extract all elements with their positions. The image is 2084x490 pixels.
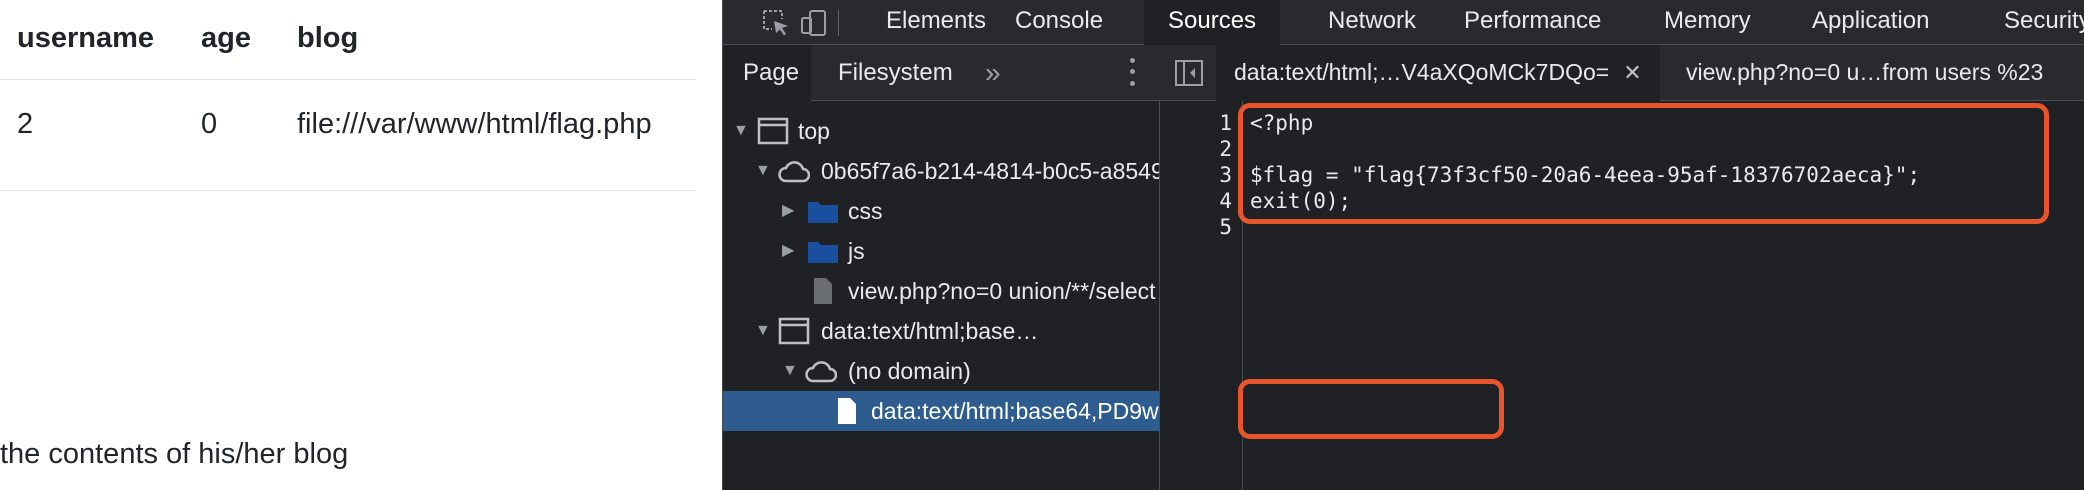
line-number-gutter: 1 2 3 4 5 [1160,101,1243,490]
table-row: 2 0 file:///var/www/html/flag.php [0,80,696,191]
expand-triangle-icon[interactable]: ▶ [782,191,794,231]
tree-label: js [848,238,865,264]
header-age: age [201,22,251,54]
expand-triangle-icon[interactable]: ▼ [755,151,771,191]
toolbar-separator [838,10,839,36]
cell-blog: file:///var/www/html/flag.php [297,108,652,140]
line-number: 5 [1219,215,1232,239]
tab-page[interactable]: Page [723,45,811,101]
tab-security[interactable]: Security [1980,0,2084,45]
editor-tab-label: data:text/html;…V4aXQoMCk7DQo= [1234,59,1610,85]
editor-tab-label: view.php?no=0 u…from users %23 [1686,59,2044,85]
folder-icon [808,202,838,223]
cell-username: 2 [17,108,34,140]
tree-item-data-frame[interactable]: ▼ data:text/html;base… [723,311,1159,351]
inspect-element-icon[interactable] [759,6,793,40]
sources-navigator: Page Filesystem » ▼ top ▼ 0b65f7a6-b214-… [723,45,1160,490]
line-number: 1 [1219,111,1232,135]
tree-item-domain[interactable]: ▼ 0b65f7a6-b214-4814-b0c5-a8549d4e2f1a [723,151,1159,191]
line-number: 2 [1219,137,1232,161]
tree-item-no-domain[interactable]: ▼ (no domain) [723,351,1159,391]
tab-filesystem[interactable]: Filesystem [838,45,953,101]
sources-editor: data:text/html;…V4aXQoMCk7DQo= ✕ view.php… [1160,45,2084,490]
navigator-tabs: Page Filesystem » [723,45,1160,101]
file-icon [838,398,856,424]
toggle-navigator-icon[interactable] [1174,59,1204,87]
devtools-main-toolbar: Elements Console Sources Network Perform… [723,0,2084,45]
web-page: username age blog 2 0 file:///var/www/ht… [0,0,722,490]
tree-label: top [798,118,830,144]
header-username: username [17,22,155,54]
folder-icon [808,242,838,263]
tree-label: css [848,198,883,224]
tree-label: (no domain) [848,358,971,384]
expand-triangle-icon[interactable]: ▶ [782,231,794,271]
tab-console[interactable]: Console [991,0,1127,45]
tree-item-js[interactable]: ▶ js [723,231,1159,271]
tab-network[interactable]: Network [1304,0,1440,45]
tab-memory[interactable]: Memory [1640,0,1775,45]
line-number: 4 [1219,189,1232,213]
line-number: 3 [1219,163,1232,187]
file-tree: ▼ top ▼ 0b65f7a6-b214-4814-b0c5-a8549d4e… [723,101,1159,490]
close-icon[interactable]: ✕ [1623,60,1641,85]
tree-item-top[interactable]: ▼ top [723,111,1159,151]
cloud-icon [805,361,837,383]
cloud-icon [778,161,810,183]
code-line: exit(0); [1250,189,1352,213]
editor-tabs: data:text/html;…V4aXQoMCk7DQo= ✕ view.php… [1160,45,2084,101]
tree-item-view-php[interactable]: view.php?no=0 union/**/select 1,2,3,4 [723,271,1159,311]
tree-item-css[interactable]: ▶ css [723,191,1159,231]
device-toolbar-icon[interactable] [797,6,831,40]
devtools-panel: Elements Console Sources Network Perform… [722,0,2084,490]
table-header: username age blog [0,0,696,80]
tree-label: 0b65f7a6-b214-4814-b0c5-a8549d4e2f1a [821,158,1159,184]
tab-sources[interactable]: Sources [1144,0,1281,45]
expand-triangle-icon[interactable]: ▼ [733,111,749,151]
header-blog: blog [297,22,359,54]
tree-label: data:text/html;base… [821,318,1039,344]
frame-icon [778,317,810,345]
code-line: <?php [1250,111,1314,135]
tree-item-data-file[interactable]: data:text/html;base64,PD9waHAK [723,391,1159,431]
cell-age: 0 [201,108,218,140]
chevron-double-right-icon[interactable]: » [985,45,1001,101]
tree-label: view.php?no=0 union/**/select 1,2,3,4 [848,278,1159,304]
tab-application[interactable]: Application [1788,0,1953,45]
frame-icon [757,117,789,145]
tree-label: data:text/html;base64,PD9waHAK [871,398,1159,424]
code-editor[interactable]: 1 2 3 4 5 <?php $flag = "flag{73f3cf50-2… [1160,101,2084,490]
editor-tab-view-php[interactable]: view.php?no=0 u…from users %23 [1668,45,2061,101]
blog-contents-note: the contents of his/her blog [0,438,349,470]
tab-performance[interactable]: Performance [1440,0,1625,45]
expand-triangle-icon[interactable]: ▼ [755,311,771,351]
file-icon [814,278,832,304]
expand-triangle-icon[interactable]: ▼ [782,351,798,391]
tab-elements[interactable]: Elements [862,0,1010,45]
editor-tab-data[interactable]: data:text/html;…V4aXQoMCk7DQo= ✕ [1216,45,1660,101]
more-options-icon[interactable] [1123,55,1141,89]
code-line: $flag = "flag{73f3cf50-20a6-4eea-95af-18… [1250,163,1921,187]
